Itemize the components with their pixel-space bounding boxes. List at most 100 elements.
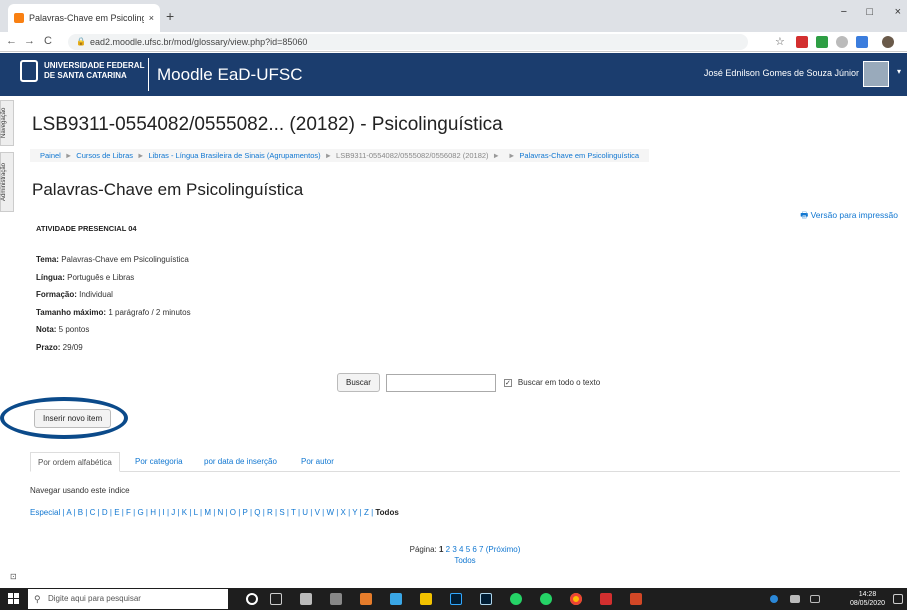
extension-icon[interactable] — [816, 36, 828, 48]
index-navigation-label: Navegar usando este índice — [30, 486, 130, 495]
site-name[interactable]: Moodle EaD-UFSC — [148, 58, 303, 91]
user-menu-chevron-down-icon[interactable]: ▾ — [897, 67, 901, 76]
activity-label: ATIVIDADE PRESENCIAL 04 — [36, 224, 137, 233]
pager-all[interactable]: Todos — [454, 556, 475, 565]
info-row-grade: Nota: 5 pontos — [36, 325, 90, 334]
info-row-language: Língua: Português e Libras — [36, 272, 135, 282]
forward-button[interactable]: → — [24, 35, 35, 47]
tab-close-icon[interactable]: × — [149, 13, 154, 23]
breadcrumb-item[interactable]: Cursos de Libras — [76, 151, 133, 160]
breadcrumb-separator-icon: ► — [492, 151, 500, 160]
task-view-icon[interactable] — [270, 593, 282, 605]
tab-author[interactable]: Por autor — [294, 452, 341, 472]
pager-label: Página: — [409, 545, 437, 554]
breadcrumb-separator-icon: ► — [324, 151, 333, 160]
info-row-deadline: Prazo: 29/09 — [36, 342, 83, 352]
back-button[interactable]: ← — [6, 35, 17, 47]
app-icon[interactable] — [390, 593, 402, 605]
app-icon[interactable] — [330, 593, 342, 605]
clock-time: 14:28 — [858, 591, 877, 598]
full-text-label: Buscar em todo o texto — [517, 378, 601, 387]
extension-icon[interactable] — [796, 36, 808, 48]
lightroom-icon[interactable] — [480, 593, 492, 605]
breadcrumb-item[interactable]: LSB9311-0554082/0555082/0556082 (20182) — [336, 151, 489, 160]
app-icon[interactable] — [360, 593, 372, 605]
photoshop-icon[interactable] — [450, 593, 462, 605]
lock-icon: 🔒 — [76, 37, 86, 46]
maximize-button[interactable]: □ — [866, 6, 873, 18]
url-field[interactable]: 🔒 ead2.moodle.ufsc.br/mod/glossary/view.… — [68, 34, 748, 50]
tab-category[interactable]: Por categoria — [128, 452, 190, 472]
course-title: LSB9311-0554082/0555082... (20182) - Psi… — [32, 114, 503, 135]
glossary-description: Tema: Palavras-Chave em Psicolinguística… — [36, 251, 191, 356]
taskbar-search[interactable]: ⚲ Digite aqui para pesquisar — [28, 589, 228, 609]
battery-icon[interactable] — [790, 595, 800, 603]
browser-tab-bar: Palavras-Chave em Psicolinguíst × + − □ … — [0, 0, 907, 32]
browser-tab[interactable]: Palavras-Chave em Psicolinguíst × — [8, 4, 160, 32]
administration-block-tab[interactable]: Administração — [0, 152, 14, 212]
pager-next[interactable]: (Próximo) — [486, 545, 521, 554]
letter-links[interactable]: Especial | A | B | C | D | E | F | G | H… — [30, 508, 375, 517]
breadcrumb-item[interactable]: Painel — [40, 151, 61, 160]
wifi-icon[interactable] — [810, 595, 820, 603]
ufsc-logo[interactable]: UNIVERSIDADE FEDERAL DE SANTA CATARINA — [20, 60, 144, 82]
institution-line1: UNIVERSIDADE FEDERAL — [44, 61, 145, 70]
alphabet-index: Especial | A | B | C | D | E | F | G | H… — [30, 508, 399, 517]
onedrive-icon[interactable] — [770, 595, 778, 603]
search-icon: ⚲ — [34, 594, 41, 604]
info-row-max-size: Tamanho máximo: 1 parágrafo / 2 minutos — [36, 307, 191, 317]
address-bar-row: ← → C 🔒 ead2.moodle.ufsc.br/mod/glossary… — [0, 32, 907, 52]
user-name[interactable]: José Ednilson Gomes de Souza Júnior — [704, 68, 859, 78]
taskbar-clock[interactable]: 14:28 08/05/2020 — [850, 590, 885, 608]
dock-toggle-icon[interactable]: ⊡ — [10, 572, 17, 581]
ufsc-seal-icon — [20, 60, 38, 82]
cortana-icon[interactable] — [246, 593, 258, 605]
glossary-search: Buscar ✓ Buscar em todo o texto — [337, 373, 600, 392]
user-avatar[interactable] — [863, 61, 889, 87]
search-input[interactable] — [385, 373, 496, 392]
taskbar-search-placeholder: Digite aqui para pesquisar — [48, 594, 141, 603]
print-version-label: Versão para impressão — [810, 210, 898, 220]
url-text: ead2.moodle.ufsc.br/mod/glossary/view.ph… — [90, 37, 308, 47]
breadcrumb-item[interactable]: Libras - Língua Brasileira de Sinais (Ag… — [148, 151, 320, 160]
bookmark-star-icon[interactable]: ☆ — [775, 35, 785, 48]
breadcrumb-separator-icon: ► — [137, 151, 145, 160]
powerpoint-icon[interactable] — [630, 593, 642, 605]
tab-alphabetical[interactable]: Por ordem alfabética — [30, 452, 120, 472]
acrobat-icon[interactable] — [600, 593, 612, 605]
search-button[interactable]: Buscar — [337, 373, 380, 392]
navigation-block-tab[interactable]: Navegação — [0, 100, 14, 146]
clock-date: 08/05/2020 — [849, 600, 885, 607]
highlight-annotation — [0, 397, 128, 439]
new-tab-button[interactable]: + — [166, 8, 174, 24]
pager-pages[interactable]: 2 3 4 5 6 7 — [446, 545, 484, 554]
info-row-format: Formação: Individual — [36, 290, 113, 299]
whatsapp-icon[interactable] — [510, 593, 522, 605]
breadcrumb-separator-icon: ► — [64, 151, 73, 160]
close-window-button[interactable]: × — [895, 6, 901, 18]
whatsapp-icon[interactable] — [540, 593, 552, 605]
browse-tabs: Por ordem alfabética Por categoria por d… — [30, 452, 900, 472]
minimize-button[interactable]: − — [841, 6, 847, 18]
windows-start-icon[interactable] — [8, 593, 19, 604]
page-title: Palavras-Chave em Psicolinguística — [32, 180, 304, 199]
notification-icon[interactable] — [893, 594, 903, 604]
reload-button[interactable]: C — [44, 35, 52, 47]
pagination: Página: 1 2 3 4 5 6 7 (Próximo) Todos — [30, 544, 900, 566]
moodle-favicon-icon — [14, 13, 24, 23]
print-version-link[interactable]: 🖶 Versão para impressão — [800, 210, 898, 224]
profile-avatar-icon[interactable] — [882, 36, 894, 48]
breadcrumb-item[interactable]: Palavras-Chave em Psicolinguística — [519, 151, 639, 160]
info-row-theme: Tema: Palavras-Chave em Psicolinguística — [36, 255, 189, 264]
extension-icon[interactable] — [836, 36, 848, 48]
institution-line2: DE SANTA CATARINA — [44, 71, 127, 80]
chrome-icon[interactable] — [570, 593, 582, 605]
full-text-checkbox[interactable]: ✓ — [503, 378, 512, 387]
printer-icon: 🖶 — [800, 210, 811, 220]
calculator-icon[interactable] — [300, 593, 312, 605]
os-taskbar: ⚲ Digite aqui para pesquisar 14:28 08/05… — [0, 588, 907, 610]
file-explorer-icon[interactable] — [420, 593, 432, 605]
letter-all[interactable]: Todos — [375, 508, 398, 517]
extension-icon[interactable] — [856, 36, 868, 48]
tab-date[interactable]: por data de inserção — [197, 452, 284, 472]
